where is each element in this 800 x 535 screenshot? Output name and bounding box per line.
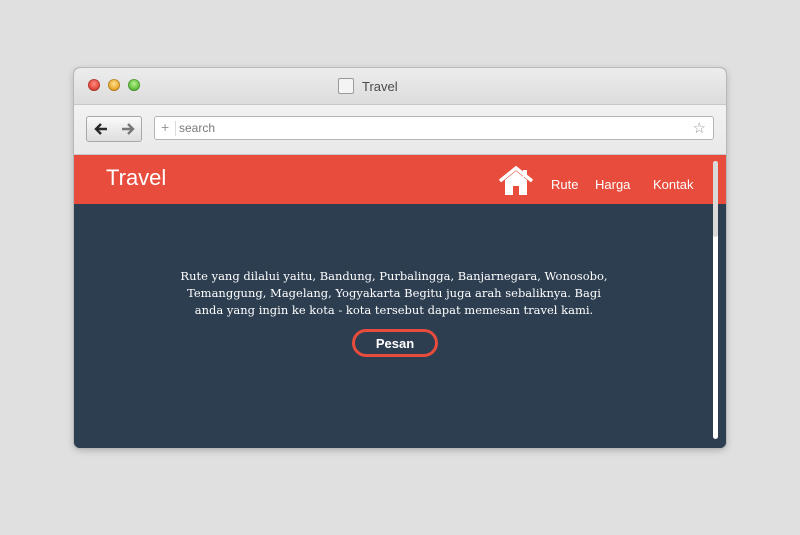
site-brand[interactable]: Travel — [106, 165, 166, 191]
home-icon[interactable] — [498, 166, 534, 196]
scrollbar-thumb[interactable] — [713, 161, 718, 237]
forward-button[interactable] — [114, 117, 141, 141]
route-description: Rute yang dilalui yaitu, Bandung, Purbal… — [180, 269, 608, 317]
arrow-left-icon — [93, 123, 107, 135]
window-title: Travel — [338, 77, 398, 95]
hero-section: Rute yang dilalui yaitu, Bandung, Purbal… — [74, 204, 726, 448]
nav-link-kontak[interactable]: Kontak — [653, 177, 693, 192]
address-bar[interactable]: + ☆ — [154, 116, 714, 140]
title-bar: Travel — [74, 68, 726, 105]
window-title-text: Travel — [362, 78, 398, 94]
search-input[interactable] — [179, 120, 679, 136]
star-icon[interactable]: ☆ — [693, 119, 706, 137]
browser-window: Travel + ☆ Travel — [74, 68, 726, 448]
minimize-window-button[interactable] — [108, 79, 120, 91]
arrow-right-icon — [121, 123, 135, 135]
close-window-button[interactable] — [88, 79, 100, 91]
nav-link-rute[interactable]: Rute — [551, 177, 578, 192]
back-button[interactable] — [87, 117, 114, 141]
pesan-button[interactable]: Pesan — [352, 329, 438, 357]
vertical-scrollbar[interactable] — [713, 161, 718, 439]
plus-icon[interactable]: + — [161, 119, 169, 135]
site-navbar: Travel Rute Harga Kontak — [74, 155, 726, 204]
history-nav-group — [86, 116, 142, 142]
zoom-window-button[interactable] — [128, 79, 140, 91]
page-favicon-icon — [338, 78, 354, 94]
browser-toolbar: + ☆ — [74, 105, 726, 155]
address-divider — [175, 121, 176, 136]
nav-link-harga[interactable]: Harga — [595, 177, 630, 192]
